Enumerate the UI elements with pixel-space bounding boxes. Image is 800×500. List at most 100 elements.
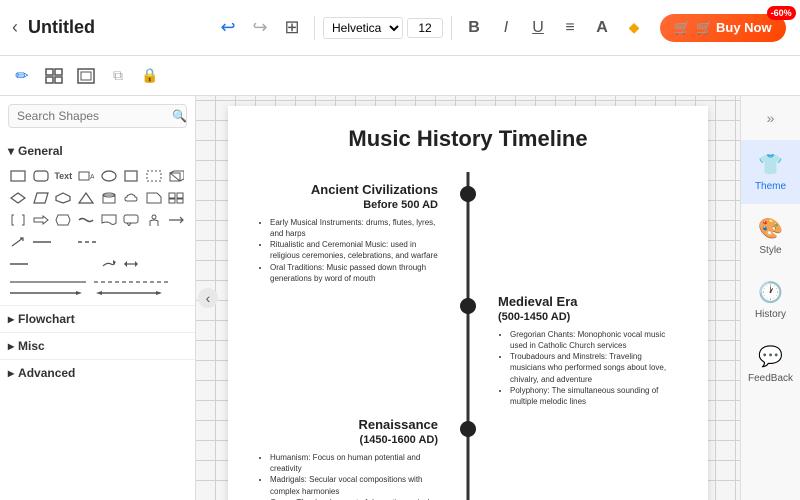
canvas-content: Music History Timeline Ancient Civilizat… bbox=[196, 96, 740, 500]
ancient-bullet-2: Ritualistic and Ceremonial Music: used i… bbox=[270, 239, 438, 261]
collapse-arrow: ▾ bbox=[8, 144, 14, 158]
shapes-grid: Text A bbox=[8, 166, 187, 274]
shape-note[interactable] bbox=[144, 188, 164, 208]
search-box[interactable]: 🔍 bbox=[8, 104, 187, 128]
insert-button[interactable]: ⊞ bbox=[278, 14, 306, 42]
shape-rect-rounded[interactable] bbox=[31, 166, 51, 186]
toolbar-left: ‹ Untitled bbox=[8, 13, 208, 42]
medieval-bullet-1: Gregorian Chants: Monophonic vocal music… bbox=[510, 329, 678, 351]
lock-tool[interactable]: 🔒 bbox=[136, 62, 164, 90]
group-tool[interactable] bbox=[40, 62, 68, 90]
group-icon bbox=[45, 68, 63, 84]
flowchart-section[interactable]: ▸ Flowchart bbox=[0, 305, 195, 332]
timeline-container: Ancient Civilizations Before 500 AD Earl… bbox=[258, 172, 678, 500]
font-select[interactable]: Helvetica bbox=[323, 17, 403, 39]
underline-button[interactable]: U bbox=[524, 14, 552, 42]
ancient-subtitle: Before 500 AD bbox=[258, 199, 438, 211]
shapes-section-general: ▾ General Text A bbox=[0, 136, 195, 305]
shape-3d-rect[interactable] bbox=[166, 166, 186, 186]
shape-triangle[interactable] bbox=[76, 188, 96, 208]
right-expand-button[interactable]: » bbox=[761, 104, 781, 132]
highlight-button[interactable]: ◆ bbox=[620, 14, 648, 42]
shape-callout[interactable] bbox=[121, 210, 141, 230]
era-medieval-left bbox=[258, 284, 468, 407]
feedback-panel-item[interactable]: 💬 FeedBack bbox=[741, 332, 800, 396]
history-icon: 🕐 bbox=[758, 280, 783, 305]
shape-line-h[interactable] bbox=[31, 232, 51, 252]
dot-renaissance bbox=[460, 421, 476, 437]
buy-label: 🛒 Buy Now bbox=[696, 20, 771, 36]
shape-diagonal-arrow[interactable] bbox=[8, 232, 28, 252]
copy-tool[interactable]: ⧉ bbox=[104, 62, 132, 90]
advanced-section[interactable]: ▸ Advanced bbox=[0, 359, 195, 386]
shape-text[interactable]: Text bbox=[53, 166, 73, 186]
bold-button[interactable]: B bbox=[460, 14, 488, 42]
renaissance-bullet-2: Madrigals: Secular vocal compositions wi… bbox=[270, 474, 438, 496]
undo-button[interactable]: ↩ bbox=[214, 14, 242, 42]
redo-button[interactable]: ↪ bbox=[246, 14, 274, 42]
era-renaissance-left: Renaissance (1450-1600 AD) Humanism: Foc… bbox=[258, 407, 468, 500]
flowchart-label: Flowchart bbox=[18, 312, 75, 326]
line-row-2 bbox=[8, 289, 187, 297]
connector-line-2[interactable] bbox=[92, 278, 172, 286]
ancient-bullets: Early Musical Instruments: drums, flutes… bbox=[258, 217, 438, 284]
timeline-row-ancient: Ancient Civilizations Before 500 AD Earl… bbox=[258, 172, 678, 284]
shape-ellipse[interactable] bbox=[99, 166, 119, 186]
second-toolbar: ✏ ⧉ 🔒 bbox=[0, 56, 800, 96]
search-icon: 🔍 bbox=[172, 109, 187, 123]
buy-button[interactable]: 🛒 🛒 Buy Now -60% bbox=[660, 14, 786, 42]
text-button[interactable]: A bbox=[588, 14, 616, 42]
shape-diamond[interactable] bbox=[8, 188, 28, 208]
shape-two-arrows[interactable] bbox=[121, 254, 141, 274]
connector-arrow-both[interactable] bbox=[92, 289, 172, 297]
style-icon: 🎨 bbox=[758, 216, 783, 241]
italic-button[interactable]: I bbox=[492, 14, 520, 42]
history-panel-item[interactable]: 🕐 History bbox=[741, 268, 800, 332]
connector-line-1[interactable] bbox=[8, 278, 88, 286]
shape-hexagon[interactable] bbox=[53, 188, 73, 208]
shape-process[interactable] bbox=[53, 210, 73, 230]
divider1 bbox=[314, 16, 315, 40]
shape-square[interactable] bbox=[121, 166, 141, 186]
feedback-icon: 💬 bbox=[758, 344, 783, 369]
shape-person[interactable] bbox=[144, 210, 164, 230]
frame-tool[interactable] bbox=[72, 62, 100, 90]
dot-medieval bbox=[460, 298, 476, 314]
page-document: Music History Timeline Ancient Civilizat… bbox=[228, 106, 708, 500]
renaissance-bullets: Humanism: Focus on human potential and c… bbox=[258, 452, 438, 500]
back-button[interactable]: ‹ bbox=[8, 13, 22, 42]
shape-curly-arrow[interactable] bbox=[99, 254, 119, 274]
theme-panel-item[interactable]: 👕 Theme bbox=[741, 140, 800, 204]
font-size-input[interactable] bbox=[407, 18, 443, 38]
pencil-tool[interactable]: ✏ bbox=[8, 62, 36, 90]
search-input[interactable] bbox=[17, 109, 172, 123]
shape-cylinder[interactable] bbox=[99, 188, 119, 208]
ancient-bullet-3: Oral Traditions: Music passed down throu… bbox=[270, 262, 438, 284]
shape-document[interactable] bbox=[99, 210, 119, 230]
shape-arrow-line[interactable] bbox=[8, 254, 28, 274]
shape-cloud[interactable] bbox=[121, 188, 141, 208]
era-medieval-right: Medieval Era (500-1450 AD) Gregorian Cha… bbox=[468, 284, 678, 407]
align-button[interactable]: ≡ bbox=[556, 14, 584, 42]
connector-line-3[interactable] bbox=[8, 289, 88, 297]
shape-rect[interactable] bbox=[8, 166, 28, 186]
svg-text:A: A bbox=[90, 174, 94, 181]
collapse-panel-button[interactable]: ‹ bbox=[198, 288, 218, 308]
shape-dashed-rect[interactable] bbox=[144, 166, 164, 186]
shape-bracket[interactable] bbox=[8, 210, 28, 230]
medieval-title: Medieval Era bbox=[498, 294, 678, 311]
style-panel-item[interactable]: 🎨 Style bbox=[741, 204, 800, 268]
doc-title: Untitled bbox=[28, 17, 95, 38]
shape-arrow-right[interactable] bbox=[31, 210, 51, 230]
shape-arrows[interactable] bbox=[166, 210, 186, 230]
shape-label[interactable]: A bbox=[76, 166, 96, 186]
shape-grid[interactable] bbox=[166, 188, 186, 208]
misc-section[interactable]: ▸ Misc bbox=[0, 332, 195, 359]
era-ancient-right bbox=[468, 172, 678, 284]
line-row-1 bbox=[8, 278, 187, 286]
shape-parallelogram[interactable] bbox=[31, 188, 51, 208]
general-section-header[interactable]: ▾ General bbox=[8, 140, 187, 162]
shape-wave[interactable] bbox=[76, 210, 96, 230]
feedback-label: FeedBack bbox=[748, 373, 793, 384]
shape-line-dashed[interactable] bbox=[76, 232, 96, 252]
